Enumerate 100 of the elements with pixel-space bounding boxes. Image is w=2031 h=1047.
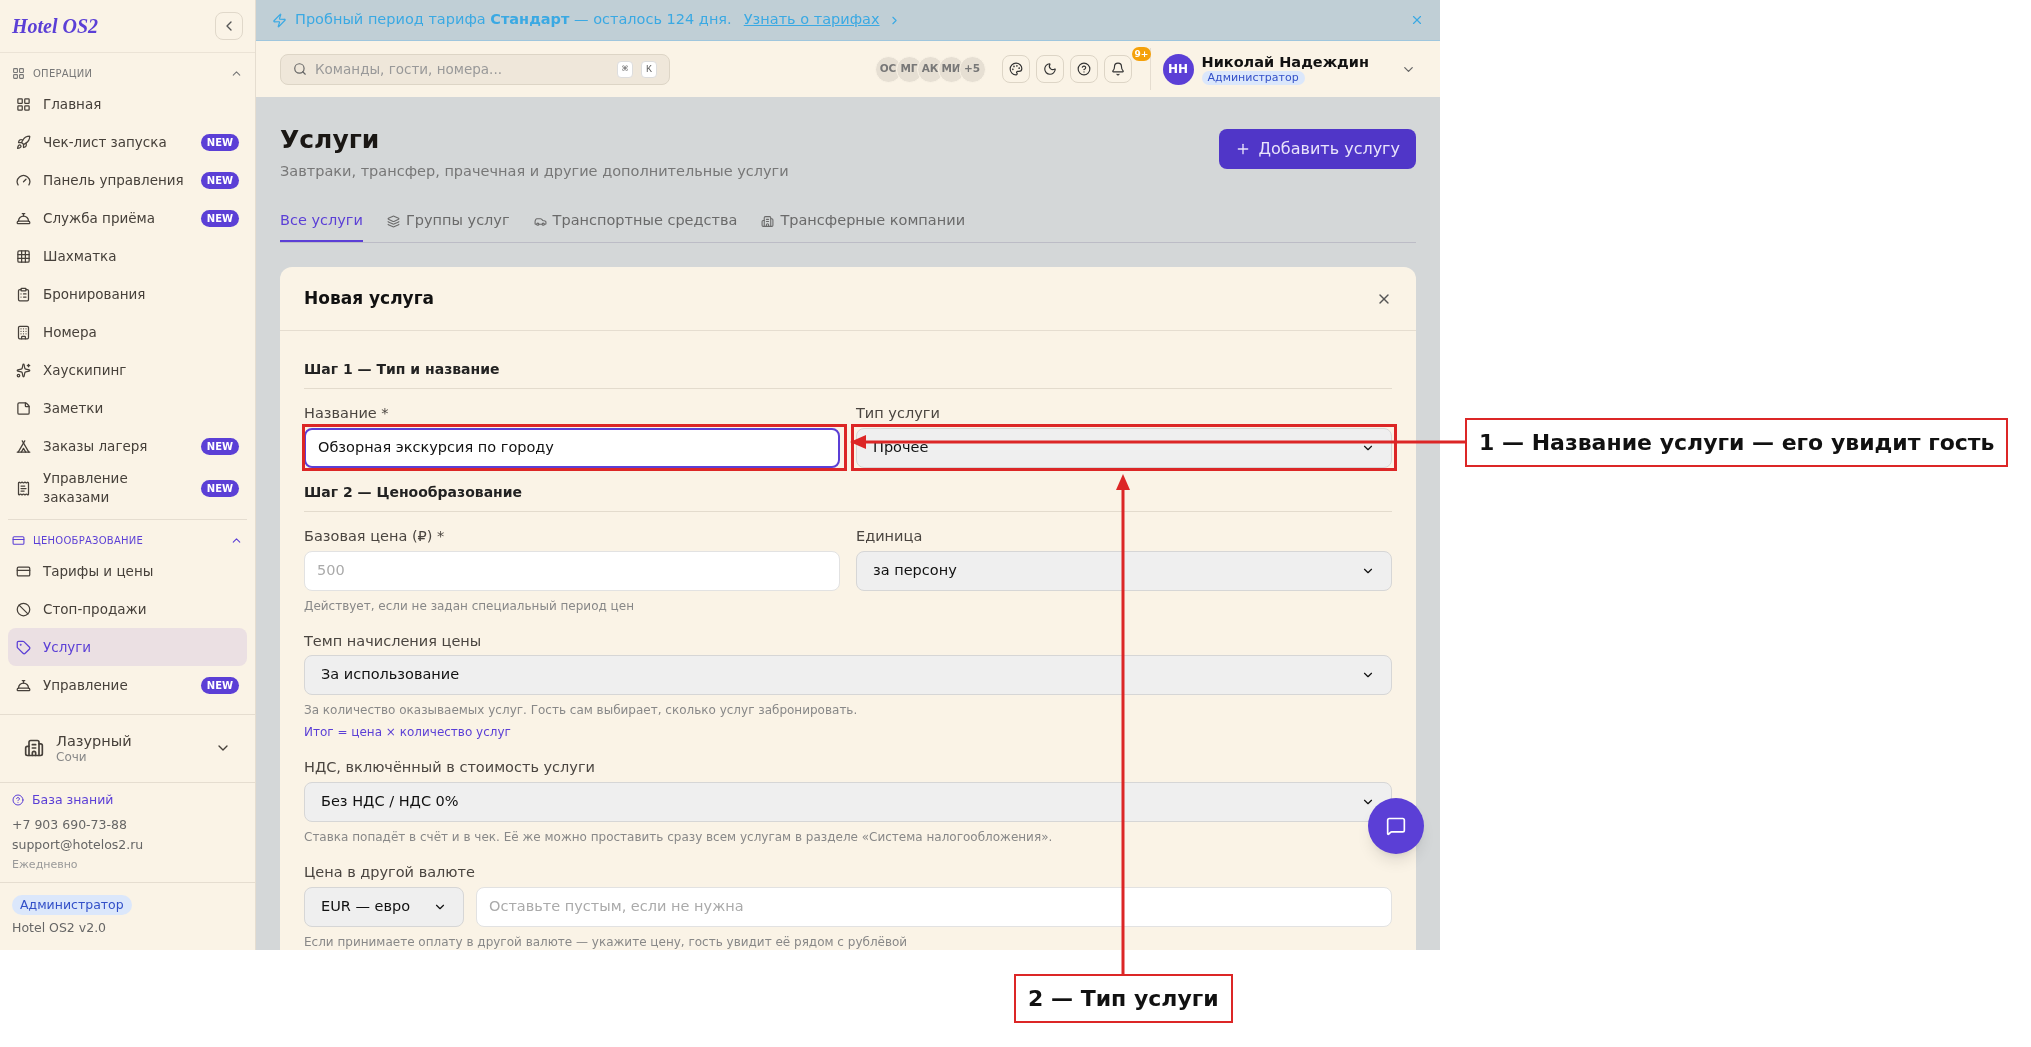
sidebar-item[interactable]: Управление NEW — [8, 666, 247, 704]
new-badge: NEW — [200, 133, 239, 151]
field-hint: За количество оказываемых услуг. Гость сам выбирает, сколько услуг забронировать. — [304, 702, 859, 720]
add-service-button[interactable]: Добавить услугу — [1218, 129, 1416, 169]
select-field[interactable]: Прочее — [856, 427, 1392, 468]
field-label: Название * — [304, 404, 390, 423]
gauge-icon — [16, 172, 31, 188]
sidebar-item[interactable]: Чек-лист запуска NEW — [8, 123, 247, 161]
field-label: НДС, включённый в стоимость услуги — [304, 758, 596, 778]
note-icon — [16, 400, 31, 416]
shortcut-key: K — [641, 60, 657, 78]
rocket-icon — [16, 134, 31, 150]
card-title: Новая услуга — [304, 286, 434, 310]
card-icon — [16, 563, 31, 579]
tab[interactable]: Все услуги — [280, 210, 363, 242]
moon-icon — [1042, 62, 1057, 76]
search-field[interactable]: Команды, гости, номера... ⌘ K — [280, 53, 670, 85]
building-icon — [761, 214, 775, 228]
help-button[interactable] — [1069, 55, 1098, 83]
email: support@hotelos2.ru — [12, 836, 145, 855]
tab[interactable]: Транспортные средства — [533, 210, 738, 242]
select-field[interactable]: за персону — [856, 550, 1392, 591]
tab[interactable]: Группы услуг — [386, 210, 510, 242]
bolt-icon — [272, 12, 287, 28]
tent-icon — [16, 438, 31, 454]
notifications-button[interactable] — [1103, 55, 1132, 83]
sidebar-item[interactable]: Тарифы и цены — [8, 552, 247, 590]
sparkles-icon — [16, 362, 31, 378]
new-badge: NEW — [200, 171, 239, 189]
page-title: Услуги — [280, 124, 381, 156]
new-badge: NEW — [200, 437, 239, 455]
sidebar-item[interactable]: Панель управления NEW — [8, 161, 247, 199]
field-label: Цена в другой валюте — [304, 863, 476, 882]
palette-button[interactable] — [1001, 55, 1030, 83]
property-switcher[interactable]: Лазурный Сочи — [0, 713, 255, 782]
version: Hotel OS2 v2.0 — [12, 919, 107, 938]
building-icon — [16, 324, 31, 340]
sidebar-item[interactable]: Заметки — [8, 389, 247, 427]
field-hint: Если принимаете оплату в другой валюте — укажите цену, гость увидит её рядом с рублёвой — [304, 933, 909, 950]
bell-icon — [1110, 62, 1125, 76]
new-badge: NEW — [200, 676, 239, 694]
receipt-icon — [16, 480, 31, 496]
sidebar-item[interactable]: Шахматка — [8, 237, 247, 275]
logo: Hotel OS2 — [12, 14, 99, 39]
sidebar-item[interactable]: Служба приёма NEW — [8, 199, 247, 237]
shortcut-key: ⌘ — [616, 60, 633, 78]
step-title: Шаг 2 — Ценообразование — [304, 481, 1392, 512]
layers-icon — [386, 214, 400, 228]
sidebar-item[interactable]: Услуги — [8, 628, 247, 666]
property-city: Сочи — [56, 749, 88, 765]
building-icon — [24, 738, 44, 759]
tab[interactable]: Трансферные компании — [761, 210, 966, 242]
section-header[interactable]: ОПЕРАЦИИ — [8, 61, 247, 85]
sidebar-item[interactable]: Номера — [8, 313, 247, 351]
property-name: Лазурный — [56, 731, 133, 750]
trial-text: Пробный период тарифа Стандарт — осталось 124 дня. — [295, 10, 732, 30]
palette-icon — [1008, 62, 1023, 76]
select-field[interactable]: За использование — [304, 655, 1392, 696]
step-title: Шаг 1 — Тип и название — [304, 359, 1392, 389]
search-icon — [293, 62, 307, 76]
sidebar-item[interactable]: Управление заказами NEW — [8, 465, 247, 511]
text-field[interactable]: Обзорная экскурсия по городу — [304, 427, 840, 468]
annotation-label: 2 — Тип услуги — [1014, 974, 1233, 1023]
field-label: Темп начисления цены — [304, 631, 483, 651]
role-badge: Администратор — [12, 894, 132, 916]
currency-select[interactable]: EUR — евро — [304, 886, 464, 927]
new-badge: NEW — [200, 479, 239, 497]
dark-mode-button[interactable] — [1035, 55, 1064, 83]
page-subtitle: Завтраки, трансфер, прачечная и другие дополнительные услуги — [280, 161, 789, 181]
card-icon — [12, 533, 25, 547]
hours: Ежедневно — [12, 857, 79, 873]
notification-count: 9+ — [1131, 47, 1152, 61]
user-avatar[interactable]: НН — [1162, 53, 1194, 85]
field-label: Единица — [856, 526, 924, 546]
bell-icon — [16, 677, 31, 693]
grid-icon — [16, 96, 31, 112]
section-header[interactable]: ЦЕНООБРАЗОВАНИЕ — [8, 528, 247, 552]
formula-text: Итог = цена × количество услуг — [304, 724, 512, 742]
ban-icon — [16, 601, 31, 617]
grid-icon — [12, 66, 25, 80]
bell-icon — [16, 210, 31, 226]
select-field[interactable]: Без НДС / НДС 0% — [304, 782, 1392, 822]
sidebar-item[interactable]: Главная — [8, 85, 247, 123]
sidebar-item[interactable]: Стоп-продажи — [8, 590, 247, 628]
knowledge-base-link[interactable]: База знаний — [32, 790, 114, 810]
sidebar-item[interactable]: Хаускипинг — [8, 351, 247, 389]
phone: +7 903 690-73-88 — [12, 815, 128, 834]
chat-icon — [1386, 816, 1406, 836]
user-role: Администратор — [1201, 71, 1305, 85]
grid-icon — [16, 248, 31, 264]
annotation-label: 1 — Название услуги — его увидит гость — [1465, 418, 2009, 467]
help-icon — [12, 794, 24, 807]
field-label: Тип услуги — [856, 404, 941, 423]
clipboard-icon — [16, 286, 31, 302]
user-name: Николай Надеждин — [1201, 53, 1369, 72]
sidebar-item[interactable]: Заказы лагеря NEW — [8, 427, 247, 465]
field-label: Базовая цена (₽) * — [304, 526, 446, 546]
sidebar-item[interactable]: Бронирования — [8, 275, 247, 313]
new-badge: NEW — [200, 209, 239, 227]
field-hint: Действует, если не задан специальный период цен — [304, 597, 635, 615]
